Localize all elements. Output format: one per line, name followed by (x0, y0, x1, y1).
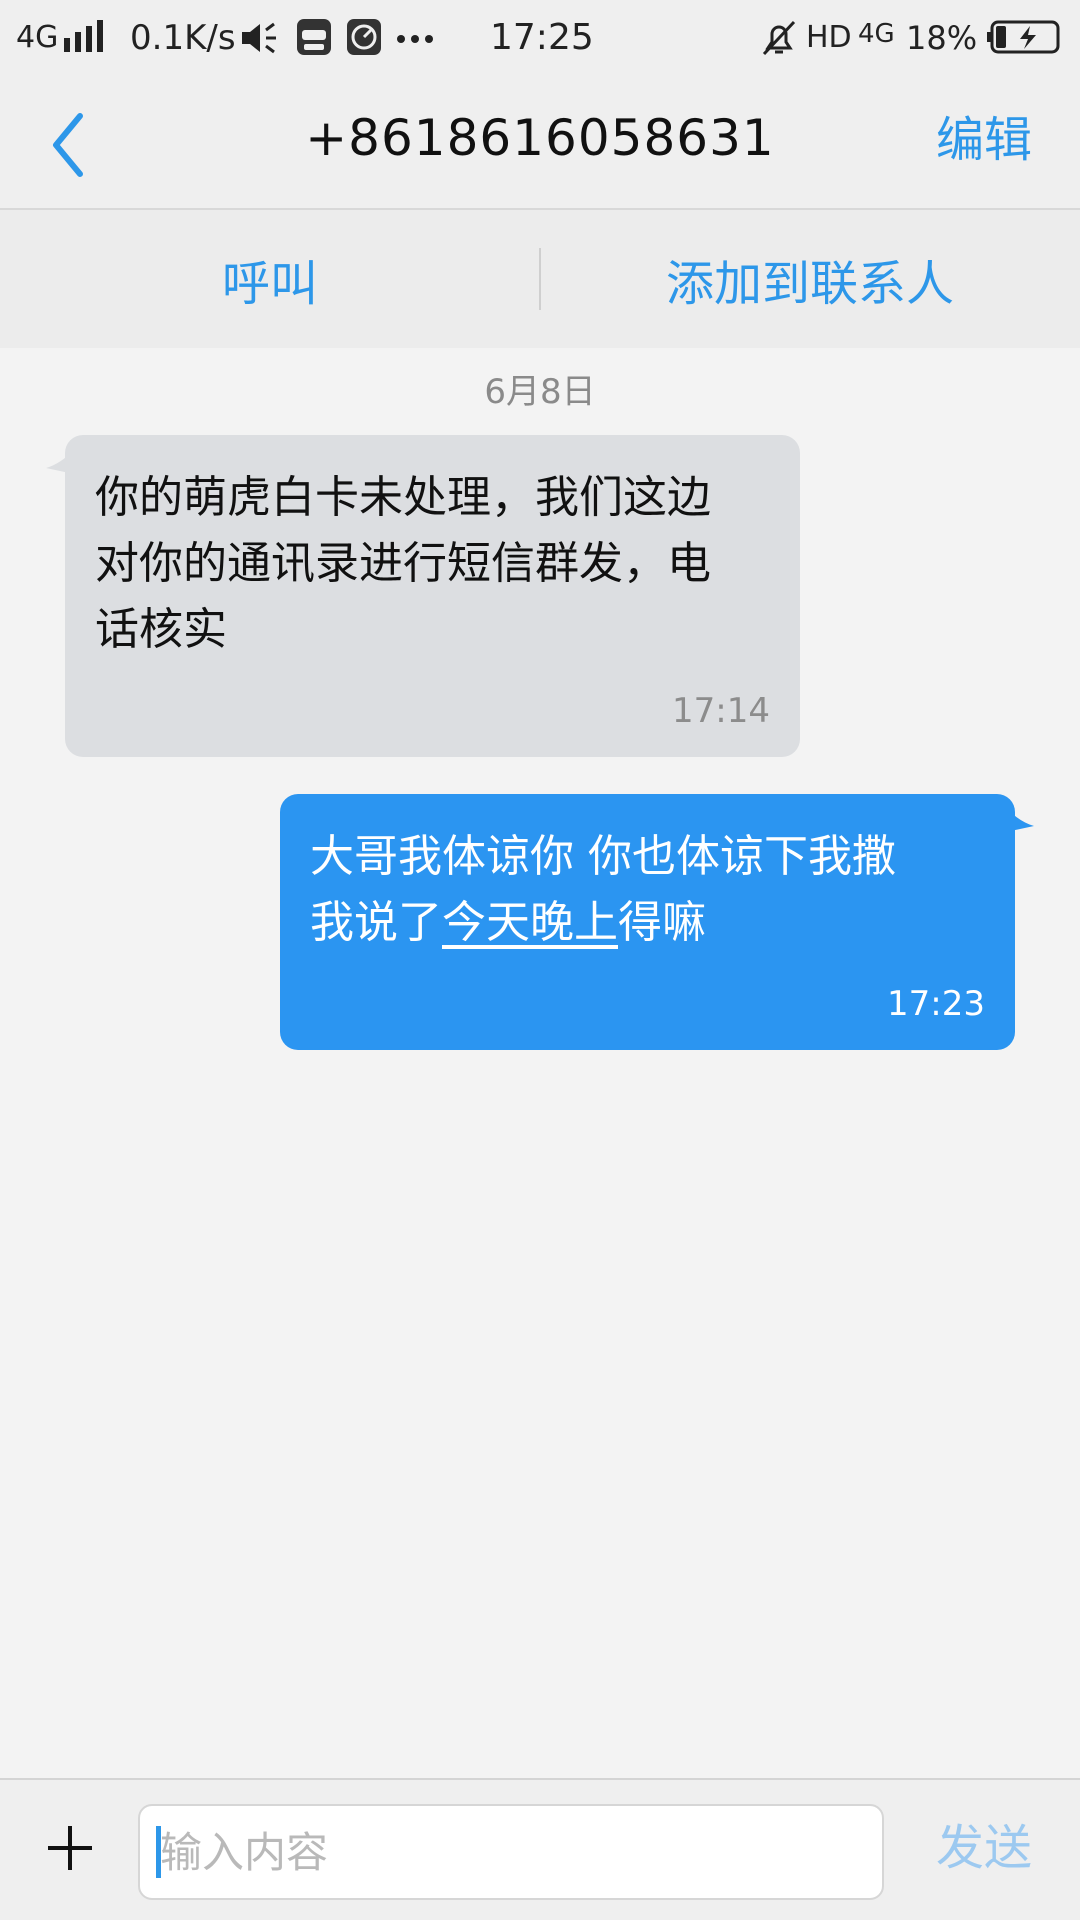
plus-icon (48, 1826, 92, 1870)
status-bar: 4G 0.1K/s 17:25 HD 4G 18% (0, 0, 1080, 78)
call-button[interactable]: 呼叫 (0, 210, 540, 348)
message-text: 我说了 (310, 897, 442, 948)
attach-button[interactable] (44, 1822, 96, 1874)
send-button[interactable]: 发送 (936, 1818, 1032, 1878)
edit-button[interactable]: 编辑 (936, 110, 1032, 170)
signal-bars-icon (64, 20, 103, 52)
add-to-contacts-button[interactable]: 添加到联系人 (540, 210, 1080, 348)
message-timestamp: 17:14 (672, 691, 770, 731)
network-type-left: 4G (16, 20, 59, 55)
battery-charging-icon (987, 20, 1060, 54)
network-type-right: 4G (858, 19, 895, 49)
text-cursor (156, 1826, 161, 1878)
message-timestamp: 17:23 (887, 984, 985, 1024)
message-line: 你的萌虎白卡未处理，我们这边 (95, 472, 711, 523)
date-time-link[interactable]: 今天晚上 (442, 897, 618, 948)
message-input[interactable] (138, 1804, 884, 1900)
clock: 17:25 (490, 17, 594, 58)
hd-indicator: HD (806, 20, 852, 55)
conversation-header: +8618616058631 编辑 (0, 78, 1080, 210)
contact-action-bar: 呼叫 添加到联系人 (0, 210, 1080, 348)
gauge-icon (347, 19, 381, 55)
page-title: +8618616058631 (305, 109, 775, 167)
more-dots-icon (397, 35, 433, 43)
outgoing-message-bubble[interactable]: 大哥我体谅你 你也体谅下我撒 我说了今天晚上得嘛 17:23 (280, 794, 1015, 1050)
message-line: 我说了今天晚上得嘛 (310, 890, 985, 956)
message-text: 得嘛 (618, 897, 706, 948)
alarm-off-icon (762, 20, 796, 56)
battery-percent: 18% (906, 19, 978, 57)
composer-bar: 发送 (0, 1778, 1080, 1920)
date-separator: 6月8日 (484, 372, 596, 412)
incoming-message-bubble[interactable]: 你的萌虎白卡未处理，我们这边 对你的通讯录进行短信群发，电 话核实 17:14 (65, 435, 800, 757)
message-line: 话核实 (95, 604, 227, 655)
speaker-icon (242, 22, 276, 54)
network-speed: 0.1K/s (130, 18, 236, 58)
vivo-app-icon (297, 19, 331, 55)
message-line: 对你的通讯录进行短信群发，电 (95, 538, 711, 589)
message-line: 大哥我体谅你 你也体谅下我撒 (310, 831, 896, 882)
